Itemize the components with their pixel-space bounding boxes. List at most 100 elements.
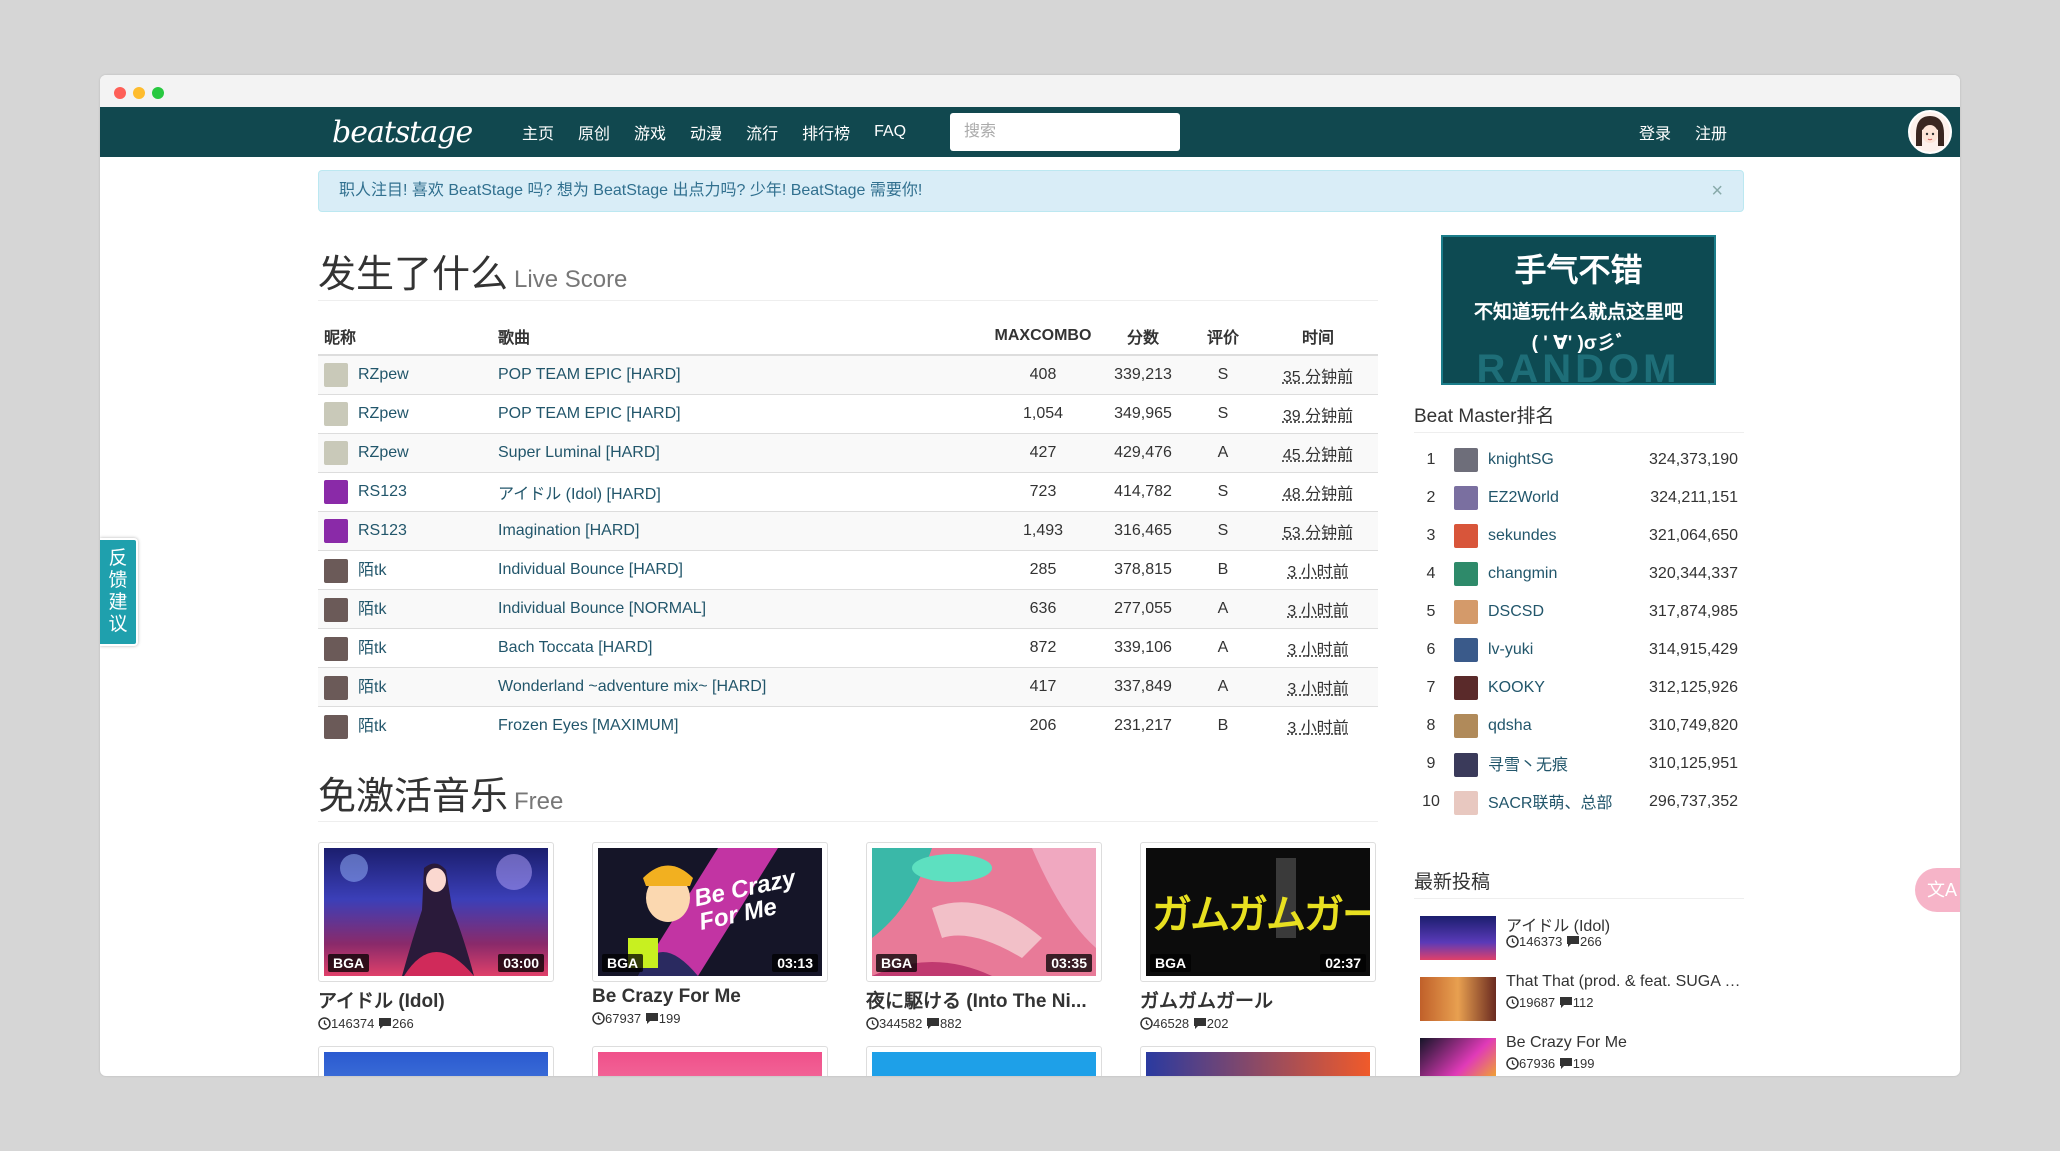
music-card[interactable]: [592, 1046, 828, 1076]
music-card[interactable]: [1140, 1046, 1376, 1076]
post-title[interactable]: Be Crazy For Me: [1506, 1034, 1746, 1052]
music-thumbnail[interactable]: BGA 03:35: [866, 842, 1102, 982]
alert-close-button[interactable]: ×: [1711, 171, 1723, 211]
user-avatar[interactable]: [1454, 791, 1478, 816]
song-link[interactable]: Imagination [HARD]: [498, 522, 639, 539]
post-title[interactable]: アイドル (Idol): [1506, 912, 1746, 936]
music-card[interactable]: Be Crazy For Me BGA 03:13 Be Crazy For M…: [592, 842, 828, 1028]
user-link[interactable]: RZpew: [358, 366, 409, 383]
translate-button[interactable]: 文A: [1915, 868, 1960, 912]
user-avatar[interactable]: [324, 440, 348, 465]
user-avatar[interactable]: [1454, 562, 1478, 586]
user-link[interactable]: 陌tk: [358, 679, 386, 696]
music-card[interactable]: ガムガムガール BGA 02:37 ガムガムガール 46528 202: [1140, 842, 1376, 1033]
close-window-button[interactable]: [114, 87, 126, 99]
user-link[interactable]: knightSG: [1488, 451, 1554, 468]
maximize-window-button[interactable]: [152, 87, 164, 99]
user-link[interactable]: qdsha: [1488, 717, 1532, 734]
register-link[interactable]: 注册: [1695, 120, 1727, 144]
song-link[interactable]: Individual Bounce [NORMAL]: [498, 600, 706, 617]
user-link[interactable]: lv-yuki: [1488, 641, 1533, 658]
song-link[interactable]: Frozen Eyes [MAXIMUM]: [498, 717, 678, 734]
user-link[interactable]: RZpew: [358, 444, 409, 461]
nav-item-anime[interactable]: 动漫: [690, 120, 722, 144]
user-avatar[interactable]: [324, 597, 348, 622]
music-thumbnail[interactable]: [866, 1046, 1102, 1076]
latest-post-item[interactable]: That That (prod. & feat. SUGA of BTS) 19…: [1420, 973, 1750, 1025]
user-avatar[interactable]: [324, 479, 348, 504]
post-thumbnail[interactable]: [1420, 977, 1496, 1021]
nav-item-faq[interactable]: FAQ: [874, 123, 906, 141]
user-avatar[interactable]: [1454, 448, 1478, 472]
user-link[interactable]: KOOKY: [1488, 679, 1545, 696]
post-thumbnail[interactable]: [1420, 916, 1496, 960]
user-link[interactable]: 陌tk: [358, 562, 386, 579]
user-link[interactable]: SACR联萌、总部: [1488, 795, 1612, 812]
user-link[interactable]: 陌tk: [358, 718, 386, 735]
nav-item-ranking[interactable]: 排行榜: [802, 120, 850, 144]
user-avatar[interactable]: [1454, 524, 1478, 548]
music-title[interactable]: ガムガムガール: [1140, 986, 1376, 1013]
user-avatar[interactable]: [324, 636, 348, 661]
user-link[interactable]: 寻雪丶无痕: [1488, 757, 1568, 774]
post-thumbnail[interactable]: [1420, 1038, 1496, 1076]
music-title[interactable]: Be Crazy For Me: [592, 986, 828, 1008]
user-avatar[interactable]: [1454, 753, 1478, 778]
music-card[interactable]: [866, 1046, 1102, 1076]
music-thumbnail[interactable]: BGA 03:00: [318, 842, 554, 982]
minimize-window-button[interactable]: [133, 87, 145, 99]
music-card[interactable]: [318, 1046, 554, 1076]
song-link[interactable]: Individual Bounce [HARD]: [498, 561, 683, 578]
song-link[interactable]: POP TEAM EPIC [HARD]: [498, 405, 681, 422]
user-avatar[interactable]: [324, 401, 348, 426]
latest-post-item[interactable]: アイドル (Idol) 146373 266: [1420, 912, 1750, 964]
music-title[interactable]: アイドル (Idol): [318, 986, 554, 1013]
music-thumbnail[interactable]: [1140, 1046, 1376, 1076]
random-song-banner[interactable]: 手气不错 不知道玩什么就点这里吧 ( ' ∀' )σ彡ﾞ RANDOM: [1441, 235, 1716, 385]
music-card[interactable]: BGA 03:35 夜に駆ける (Into The Ni... 344582 8…: [866, 842, 1102, 1033]
user-link[interactable]: DSCSD: [1488, 603, 1544, 620]
user-avatar[interactable]: [1454, 714, 1478, 738]
user-link[interactable]: RZpew: [358, 405, 409, 422]
user-avatar[interactable]: [324, 558, 348, 583]
user-avatar[interactable]: [324, 518, 348, 543]
music-thumbnail[interactable]: ガムガムガール BGA 02:37: [1140, 842, 1376, 982]
music-thumbnail[interactable]: [592, 1046, 828, 1076]
user-link[interactable]: EZ2World: [1488, 489, 1559, 506]
nav-item-game[interactable]: 游戏: [634, 120, 666, 144]
music-thumbnail[interactable]: Be Crazy For Me BGA 03:13: [592, 842, 828, 982]
song-link[interactable]: Super Luminal [HARD]: [498, 444, 660, 461]
user-link[interactable]: RS123: [358, 522, 407, 539]
nav-item-home[interactable]: 主页: [522, 120, 554, 144]
user-link[interactable]: 陌tk: [358, 601, 386, 618]
search-input[interactable]: [950, 113, 1180, 151]
music-title[interactable]: 夜に駆ける (Into The Ni...: [866, 986, 1102, 1013]
song-link[interactable]: アイドル (Idol) [HARD]: [498, 486, 661, 503]
user-avatar[interactable]: [1454, 638, 1478, 662]
site-logo[interactable]: beatstage: [332, 115, 473, 150]
user-avatar[interactable]: [324, 675, 348, 700]
user-link[interactable]: RS123: [358, 483, 407, 500]
user-link[interactable]: 陌tk: [358, 640, 386, 657]
music-thumbnail[interactable]: [318, 1046, 554, 1076]
song-link[interactable]: POP TEAM EPIC [HARD]: [498, 366, 681, 383]
user-avatar[interactable]: [1454, 486, 1478, 510]
feedback-button[interactable]: 反馈建议: [100, 538, 138, 646]
music-card[interactable]: BGA 03:00 アイドル (Idol) 146374 266: [318, 842, 554, 1033]
song-link[interactable]: Bach Toccata [HARD]: [498, 639, 652, 656]
post-title[interactable]: That That (prod. & feat. SUGA of BTS): [1506, 973, 1746, 991]
user-avatar[interactable]: [1908, 110, 1952, 154]
table-row: 陌tk Frozen Eyes [MAXIMUM] 206 231,217 B 3 小时前: [318, 705, 1378, 745]
user-avatar[interactable]: [1454, 600, 1478, 624]
latest-post-item[interactable]: Be Crazy For Me 67936 199: [1420, 1034, 1750, 1076]
user-link[interactable]: sekundes: [1488, 527, 1557, 544]
user-avatar[interactable]: [324, 715, 348, 740]
login-link[interactable]: 登录: [1639, 120, 1671, 144]
user-link[interactable]: changmin: [1488, 565, 1557, 582]
nav-item-pop[interactable]: 流行: [746, 120, 778, 144]
song-link[interactable]: Wonderland ~adventure mix~ [HARD]: [498, 678, 766, 695]
cell-maxcombo: 206: [988, 705, 1098, 745]
nav-item-original[interactable]: 原创: [578, 120, 610, 144]
user-avatar[interactable]: [1454, 676, 1478, 700]
user-avatar[interactable]: [324, 362, 348, 387]
